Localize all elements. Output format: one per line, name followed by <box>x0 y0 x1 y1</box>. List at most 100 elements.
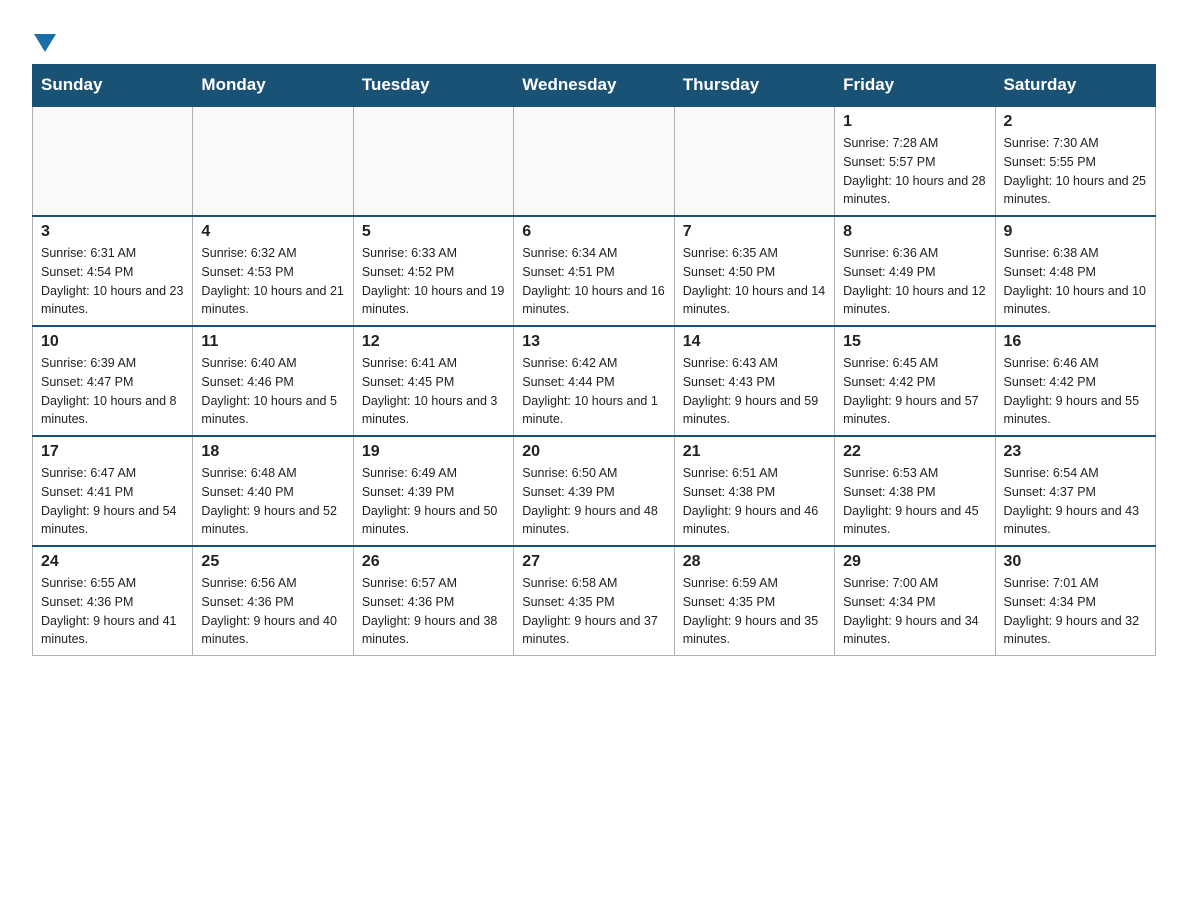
weekday-header-friday: Friday <box>835 65 995 107</box>
weekday-header-monday: Monday <box>193 65 353 107</box>
calendar-cell: 29 Sunrise: 7:00 AM Sunset: 4:34 PM Dayli… <box>835 546 995 656</box>
weekday-header-wednesday: Wednesday <box>514 65 674 107</box>
calendar-cell: 9 Sunrise: 6:38 AM Sunset: 4:48 PM Daylig… <box>995 216 1155 326</box>
day-number: 15 <box>843 333 986 351</box>
calendar-cell <box>33 106 193 216</box>
day-info: Sunrise: 6:32 AM Sunset: 4:53 PM Dayligh… <box>201 244 344 319</box>
calendar-cell: 21 Sunrise: 6:51 AM Sunset: 4:38 PM Dayli… <box>674 436 834 546</box>
day-number: 5 <box>362 223 505 241</box>
day-number: 6 <box>522 223 665 241</box>
day-number: 4 <box>201 223 344 241</box>
day-info: Sunrise: 6:34 AM Sunset: 4:51 PM Dayligh… <box>522 244 665 319</box>
calendar-cell: 24 Sunrise: 6:55 AM Sunset: 4:36 PM Dayli… <box>33 546 193 656</box>
day-info: Sunrise: 6:54 AM Sunset: 4:37 PM Dayligh… <box>1004 464 1147 539</box>
day-info: Sunrise: 6:38 AM Sunset: 4:48 PM Dayligh… <box>1004 244 1147 319</box>
day-info: Sunrise: 6:47 AM Sunset: 4:41 PM Dayligh… <box>41 464 184 539</box>
day-number: 22 <box>843 443 986 461</box>
day-info: Sunrise: 7:28 AM Sunset: 5:57 PM Dayligh… <box>843 134 986 209</box>
calendar-cell: 18Sunrise: 6:48 AM Sunset: 4:40 PM Dayli… <box>193 436 353 546</box>
day-number: 26 <box>362 553 505 571</box>
day-number: 17 <box>41 443 184 461</box>
day-info: Sunrise: 6:57 AM Sunset: 4:36 PM Dayligh… <box>362 574 505 649</box>
weekday-header-row: SundayMondayTuesdayWednesdayThursdayFrid… <box>33 65 1156 107</box>
day-number: 21 <box>683 443 826 461</box>
calendar-cell: 25 Sunrise: 6:56 AM Sunset: 4:36 PM Dayli… <box>193 546 353 656</box>
calendar-cell: 15 Sunrise: 6:45 AM Sunset: 4:42 PM Dayli… <box>835 326 995 436</box>
calendar-cell: 17 Sunrise: 6:47 AM Sunset: 4:41 PM Dayli… <box>33 436 193 546</box>
calendar-cell: 22 Sunrise: 6:53 AM Sunset: 4:38 PM Dayli… <box>835 436 995 546</box>
calendar-cell: 27Sunrise: 6:58 AM Sunset: 4:35 PM Dayli… <box>514 546 674 656</box>
day-info: Sunrise: 6:46 AM Sunset: 4:42 PM Dayligh… <box>1004 354 1147 429</box>
logo <box>32 32 56 52</box>
day-number: 9 <box>1004 223 1147 241</box>
day-info: Sunrise: 7:00 AM Sunset: 4:34 PM Dayligh… <box>843 574 986 649</box>
day-info: Sunrise: 6:40 AM Sunset: 4:46 PM Dayligh… <box>201 354 344 429</box>
weekday-header-tuesday: Tuesday <box>353 65 513 107</box>
calendar-cell: 6 Sunrise: 6:34 AM Sunset: 4:51 PM Daylig… <box>514 216 674 326</box>
day-number: 10 <box>41 333 184 351</box>
day-number: 19 <box>362 443 505 461</box>
day-number: 16 <box>1004 333 1147 351</box>
logo-arrow-icon <box>34 34 56 52</box>
calendar-cell: 13Sunrise: 6:42 AM Sunset: 4:44 PM Dayli… <box>514 326 674 436</box>
calendar-cell <box>193 106 353 216</box>
day-number: 29 <box>843 553 986 571</box>
day-number: 23 <box>1004 443 1147 461</box>
day-info: Sunrise: 6:59 AM Sunset: 4:35 PM Dayligh… <box>683 574 826 649</box>
day-number: 27 <box>522 553 665 571</box>
weekday-header-sunday: Sunday <box>33 65 193 107</box>
day-info: Sunrise: 6:36 AM Sunset: 4:49 PM Dayligh… <box>843 244 986 319</box>
day-info: Sunrise: 7:30 AM Sunset: 5:55 PM Dayligh… <box>1004 134 1147 209</box>
weekday-header-saturday: Saturday <box>995 65 1155 107</box>
day-info: Sunrise: 6:55 AM Sunset: 4:36 PM Dayligh… <box>41 574 184 649</box>
week-row-5: 24 Sunrise: 6:55 AM Sunset: 4:36 PM Dayli… <box>33 546 1156 656</box>
day-number: 20 <box>522 443 665 461</box>
calendar-cell: 19Sunrise: 6:49 AM Sunset: 4:39 PM Dayli… <box>353 436 513 546</box>
calendar-cell: 1 Sunrise: 7:28 AM Sunset: 5:57 PM Daylig… <box>835 106 995 216</box>
day-info: Sunrise: 6:53 AM Sunset: 4:38 PM Dayligh… <box>843 464 986 539</box>
calendar-table: SundayMondayTuesdayWednesdayThursdayFrid… <box>32 64 1156 656</box>
day-number: 24 <box>41 553 184 571</box>
calendar-cell: 12 Sunrise: 6:41 AM Sunset: 4:45 PM Dayli… <box>353 326 513 436</box>
day-number: 2 <box>1004 113 1147 131</box>
day-number: 12 <box>362 333 505 351</box>
calendar-cell <box>674 106 834 216</box>
calendar-cell: 16 Sunrise: 6:46 AM Sunset: 4:42 PM Dayli… <box>995 326 1155 436</box>
day-number: 7 <box>683 223 826 241</box>
calendar-cell: 26 Sunrise: 6:57 AM Sunset: 4:36 PM Dayli… <box>353 546 513 656</box>
calendar-cell: 11 Sunrise: 6:40 AM Sunset: 4:46 PM Dayli… <box>193 326 353 436</box>
weekday-header-thursday: Thursday <box>674 65 834 107</box>
day-number: 3 <box>41 223 184 241</box>
day-info: Sunrise: 7:01 AM Sunset: 4:34 PM Dayligh… <box>1004 574 1147 649</box>
week-row-3: 10Sunrise: 6:39 AM Sunset: 4:47 PM Dayli… <box>33 326 1156 436</box>
day-number: 13 <box>522 333 665 351</box>
day-number: 14 <box>683 333 826 351</box>
calendar-cell: 30 Sunrise: 7:01 AM Sunset: 4:34 PM Dayli… <box>995 546 1155 656</box>
day-number: 28 <box>683 553 826 571</box>
day-info: Sunrise: 6:51 AM Sunset: 4:38 PM Dayligh… <box>683 464 826 539</box>
calendar-cell: 20 Sunrise: 6:50 AM Sunset: 4:39 PM Dayli… <box>514 436 674 546</box>
calendar-cell: 7 Sunrise: 6:35 AM Sunset: 4:50 PM Daylig… <box>674 216 834 326</box>
day-info: Sunrise: 6:31 AM Sunset: 4:54 PM Dayligh… <box>41 244 184 319</box>
day-number: 25 <box>201 553 344 571</box>
calendar-cell: 3 Sunrise: 6:31 AM Sunset: 4:54 PM Daylig… <box>33 216 193 326</box>
day-info: Sunrise: 6:56 AM Sunset: 4:36 PM Dayligh… <box>201 574 344 649</box>
day-info: Sunrise: 6:43 AM Sunset: 4:43 PM Dayligh… <box>683 354 826 429</box>
day-number: 30 <box>1004 553 1147 571</box>
day-info: Sunrise: 6:45 AM Sunset: 4:42 PM Dayligh… <box>843 354 986 429</box>
day-info: Sunrise: 6:35 AM Sunset: 4:50 PM Dayligh… <box>683 244 826 319</box>
day-number: 1 <box>843 113 986 131</box>
calendar-cell: 8Sunrise: 6:36 AM Sunset: 4:49 PM Daylig… <box>835 216 995 326</box>
day-info: Sunrise: 6:50 AM Sunset: 4:39 PM Dayligh… <box>522 464 665 539</box>
calendar-cell <box>514 106 674 216</box>
day-info: Sunrise: 6:48 AM Sunset: 4:40 PM Dayligh… <box>201 464 344 539</box>
calendar-cell: 2 Sunrise: 7:30 AM Sunset: 5:55 PM Daylig… <box>995 106 1155 216</box>
day-info: Sunrise: 6:41 AM Sunset: 4:45 PM Dayligh… <box>362 354 505 429</box>
day-number: 11 <box>201 333 344 351</box>
calendar-cell: 10Sunrise: 6:39 AM Sunset: 4:47 PM Dayli… <box>33 326 193 436</box>
calendar-cell: 14 Sunrise: 6:43 AM Sunset: 4:43 PM Dayli… <box>674 326 834 436</box>
week-row-2: 3 Sunrise: 6:31 AM Sunset: 4:54 PM Daylig… <box>33 216 1156 326</box>
page-header <box>32 24 1156 52</box>
calendar-cell: 5Sunrise: 6:33 AM Sunset: 4:52 PM Daylig… <box>353 216 513 326</box>
calendar-cell <box>353 106 513 216</box>
